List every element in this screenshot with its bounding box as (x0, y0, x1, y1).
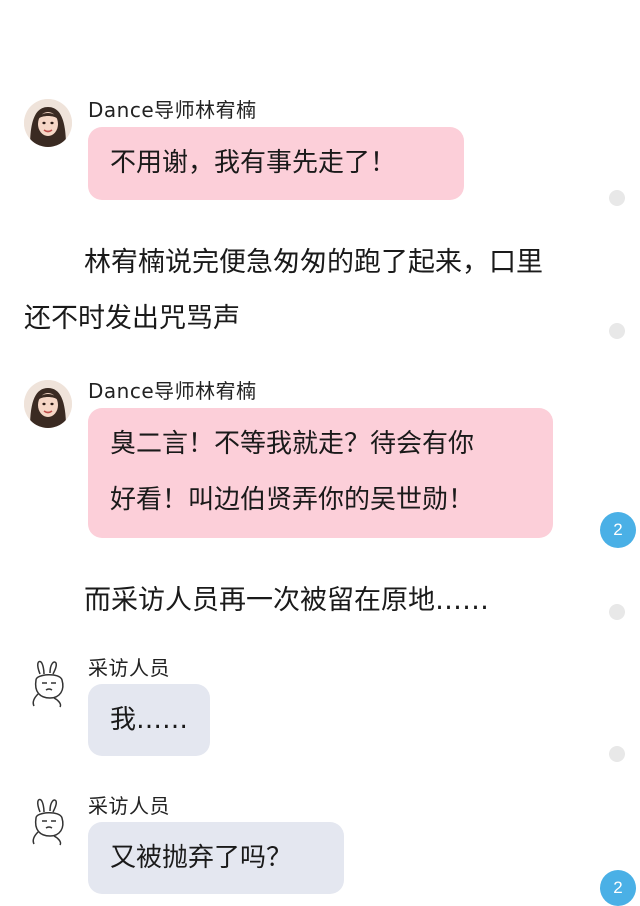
rabbit-icon (32, 660, 64, 708)
message-text-line: 好看！叫边伯贤弄你的吴世勋！ (110, 485, 475, 515)
message-bubble[interactable]: 我…… (88, 684, 210, 756)
message-text: 我…… (110, 705, 189, 735)
status-dot (609, 746, 625, 762)
profile-photo-icon (24, 99, 72, 147)
narration-line: 而采访人员再一次被留在原地…… (84, 585, 489, 616)
status-dot (609, 323, 625, 339)
avatar-interviewer[interactable] (24, 798, 72, 846)
avatar-interviewer[interactable] (24, 660, 72, 708)
sender-name: Dance导师林宥楠 (88, 98, 257, 122)
sender-name: 采访人员 (88, 794, 170, 818)
sender-name: 采访人员 (88, 656, 170, 680)
avatar-dance-teacher[interactable] (24, 380, 72, 428)
reply-count-badge[interactable]: 2 (600, 870, 636, 906)
reply-count-badge[interactable]: 2 (600, 512, 636, 548)
message-text: 不用谢，我有事先走了！ (110, 148, 397, 178)
message-bubble[interactable]: 又被抛弃了吗？ (88, 822, 344, 894)
rabbit-icon (32, 798, 64, 846)
status-dot (609, 190, 625, 206)
narration-line: 还不时发出咒骂声 (24, 303, 240, 334)
message-bubble[interactable]: 臭二言！不等我就走？待会有你 好看！叫边伯贤弄你的吴世勋！ (88, 408, 553, 538)
sender-name: Dance导师林宥楠 (88, 379, 257, 403)
message-text-line: 臭二言！不等我就走？待会有你 (110, 429, 475, 459)
status-dot (609, 604, 625, 620)
message-bubble[interactable]: 不用谢，我有事先走了！ (88, 127, 464, 200)
message-text: 又被抛弃了吗？ (110, 843, 293, 873)
avatar-dance-teacher[interactable] (24, 99, 72, 147)
narration-line: 林宥楠说完便急匆匆的跑了起来，口里 (84, 247, 543, 278)
profile-photo-icon (24, 380, 72, 428)
